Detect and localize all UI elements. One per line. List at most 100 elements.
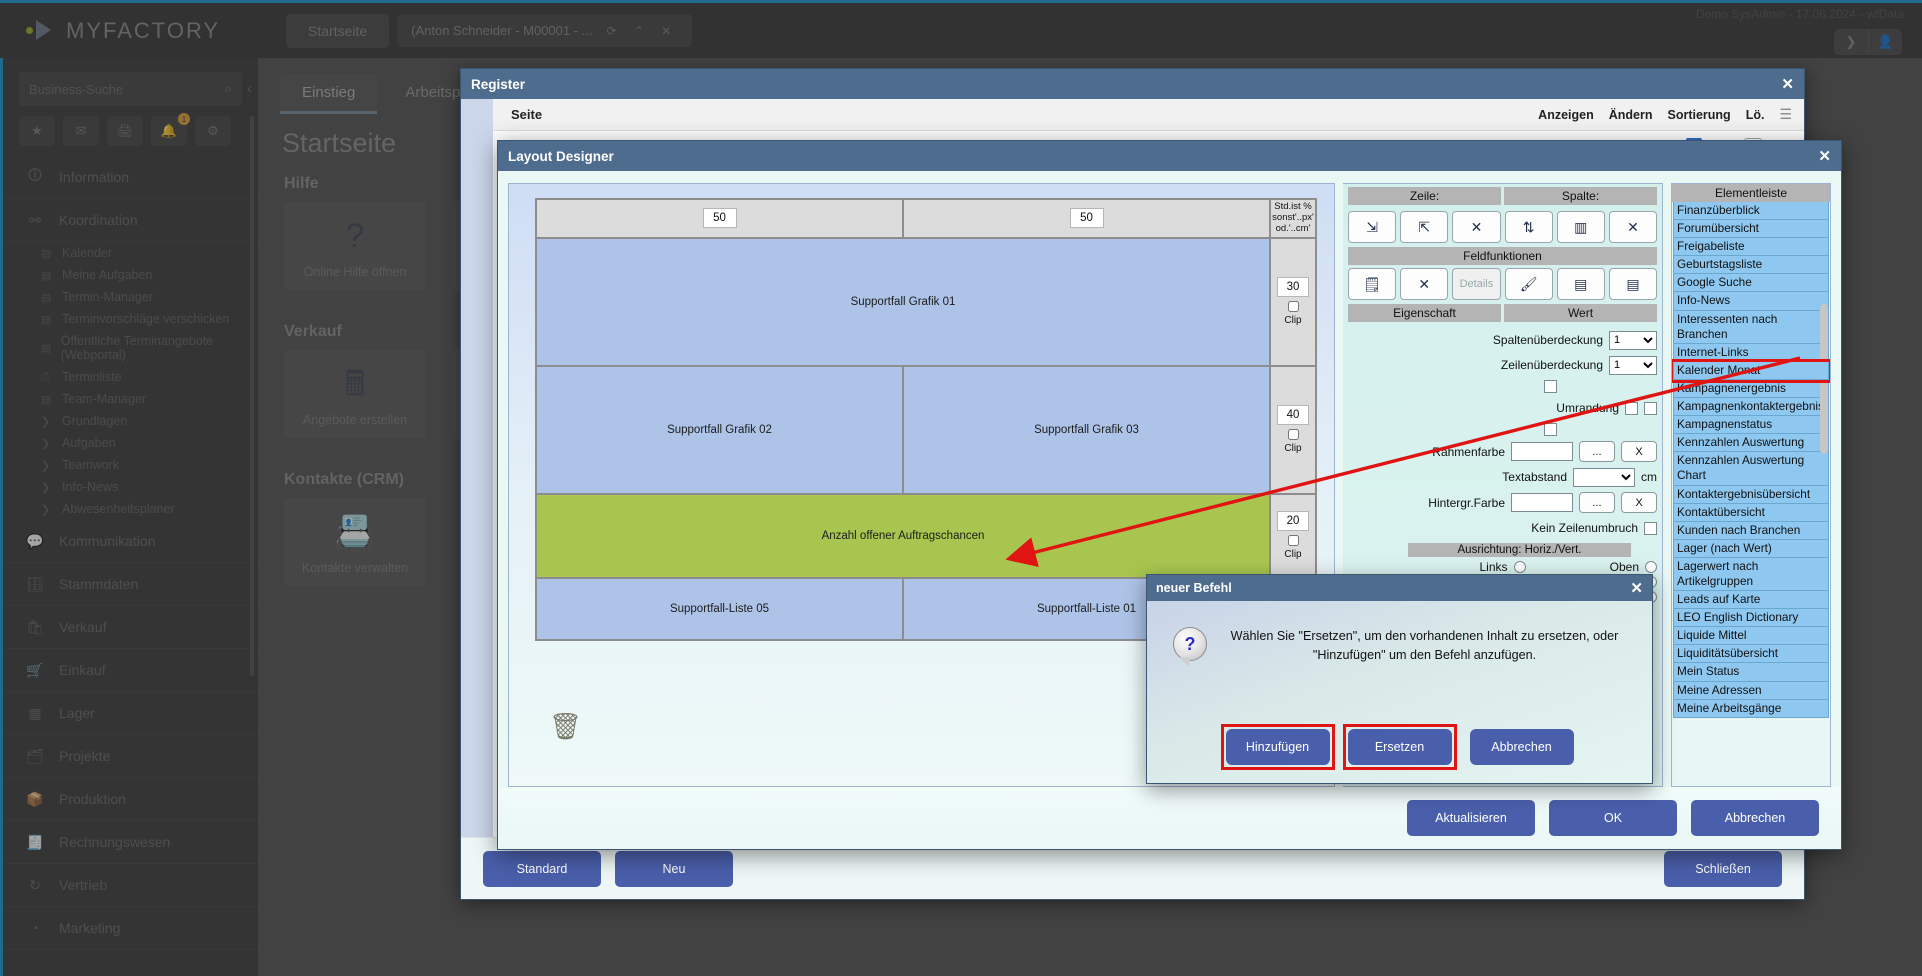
- hinzufuegen-button[interactable]: Hinzufügen: [1225, 729, 1330, 765]
- clip-checkbox[interactable]: [1287, 535, 1299, 547]
- settings-gear-icon[interactable]: ⚙: [195, 116, 231, 146]
- clip-checkbox[interactable]: [1287, 301, 1299, 313]
- sidebar-subitem[interactable]: ⎙ Terminliste: [3, 366, 258, 388]
- favorites-star-icon[interactable]: ★: [19, 116, 55, 146]
- trash-icon[interactable]: 🗑: [549, 711, 582, 742]
- top-right-buttons[interactable]: ❯ 👤: [1834, 29, 1902, 55]
- sidebar-subitem[interactable]: ❯ Grundlagen: [3, 410, 258, 432]
- rahmenfarbe-input[interactable]: [1511, 442, 1573, 461]
- sidebar-subitem[interactable]: ▤ Kalender: [3, 242, 258, 264]
- sidebar-subitem[interactable]: ❯ Teamwork: [3, 454, 258, 476]
- row-col-buttons[interactable]: ⇲ ⇱ ✕ ⇅ ▥ ✕: [1348, 211, 1658, 243]
- element-list-item[interactable]: Lager (nach Wert): [1673, 539, 1829, 558]
- row-height-value[interactable]: 20: [1276, 511, 1310, 532]
- abbrechen-button[interactable]: Abbrechen: [1691, 800, 1819, 836]
- standard-button[interactable]: Standard: [483, 850, 601, 887]
- tab-startseite[interactable]: Startseite: [286, 13, 390, 48]
- neu-button[interactable]: Neu: [615, 850, 733, 887]
- column-width-cell[interactable]: 50: [902, 198, 1271, 239]
- element-list-items[interactable]: Finanzüberblick Forumübersicht Freigabelis…: [1672, 202, 1830, 718]
- neuer-befehl-dialog[interactable]: neuer Befehl ✕ ? Wählen Sie "Ersetzen", …: [1146, 574, 1653, 784]
- textabstand-select[interactable]: [1573, 467, 1635, 487]
- element-list-item[interactable]: Meine Adressen: [1673, 681, 1829, 700]
- new-field-icon[interactable]: 🗒: [1348, 268, 1397, 300]
- apps-icon[interactable]: ❯: [1834, 29, 1868, 55]
- clip-checkbox[interactable]: [1287, 429, 1299, 441]
- layout-cell[interactable]: Supportfall Grafik 01: [535, 236, 1271, 367]
- tab-document[interactable]: (Anton Schneider - M00001 - ... ⟳ ⌃ ✕: [397, 14, 693, 47]
- print-icon[interactable]: 🖨: [107, 116, 143, 146]
- property-hintergrundfarbe[interactable]: Hintergr.Farbe ... X: [1348, 492, 1657, 513]
- sidebar-item-vertrieb[interactable]: ↻ Vertrieb: [3, 864, 258, 907]
- property-spaltenueberdeckung[interactable]: Spaltenüberdeckung 1: [1348, 330, 1657, 350]
- element-list-item[interactable]: Liquiditätsübersicht: [1673, 645, 1829, 664]
- sidebar-item-lager[interactable]: ▦ Lager: [3, 692, 258, 735]
- tab-document-icons[interactable]: ⟳ ⌃ ✕: [607, 24, 679, 38]
- row-height-cell[interactable]: 40 Clip: [1269, 364, 1317, 495]
- sidebar-subitem[interactable]: ▤ Termin-Manager: [3, 286, 258, 308]
- modal-abbrechen-button[interactable]: Abbrechen: [1469, 729, 1574, 765]
- column-width-cell[interactable]: 50: [535, 198, 904, 239]
- element-list-item[interactable]: Kontaktergebnisübersicht: [1673, 485, 1829, 504]
- sidebar-item-rechnungswesen[interactable]: 🧾 Rechnungswesen: [3, 821, 258, 864]
- aktualisieren-button[interactable]: Aktualisieren: [1407, 800, 1535, 836]
- sidebar-item-kommunikation[interactable]: 💬 Kommunikation: [3, 520, 258, 563]
- insert-column-icon[interactable]: ⇅: [1504, 211, 1553, 243]
- align-oben-radio[interactable]: [1645, 561, 1657, 573]
- sidebar-subitem[interactable]: ❯ Info-News: [3, 476, 258, 498]
- left-sidebar[interactable]: Business-Suche ⌕ ‹ ★ ✉ 🖨 🔔 1 ⚙ 🛈 Informat…: [0, 58, 258, 976]
- element-list-item[interactable]: LEO English Dictionary: [1673, 609, 1829, 628]
- element-list-item[interactable]: Liquide Mittel: [1673, 627, 1829, 646]
- sidebar-subitem[interactable]: ❯ Abwesenheitsplaner: [3, 498, 258, 520]
- layout-designer-close-icon[interactable]: ✕: [1818, 147, 1831, 165]
- ok-button[interactable]: OK: [1549, 800, 1677, 836]
- merge-cells-right-icon[interactable]: ▤: [1556, 268, 1605, 300]
- tile[interactable]: 🖩 Angebote erstellen: [284, 349, 426, 439]
- clear-format-brush-icon[interactable]: 🖌: [1504, 268, 1553, 300]
- hintergrundfarbe-picker-button[interactable]: ...: [1579, 492, 1615, 513]
- column-width-value[interactable]: 50: [702, 208, 737, 229]
- element-list-item[interactable]: Kunden nach Branchen: [1673, 521, 1829, 540]
- zeilenueberdeckung-select[interactable]: 1: [1609, 355, 1657, 375]
- property-zeilenueberdeckung[interactable]: Zeilenüberdeckung 1: [1348, 355, 1657, 375]
- align-oben[interactable]: Oben: [1538, 560, 1657, 574]
- element-list-item[interactable]: Meine Arbeitsgänge: [1673, 699, 1829, 718]
- layout-cell[interactable]: Anzahl offener Auftragschancen: [535, 492, 1271, 579]
- sidebar-item-einkauf[interactable]: 🛒 Einkauf: [3, 649, 258, 692]
- element-list-item[interactable]: Interessenten nach Branchen: [1673, 310, 1829, 344]
- hintergrundfarbe-clear-button[interactable]: X: [1621, 492, 1657, 513]
- sidebar-item-marketing[interactable]: ◔ Marketing: [3, 907, 258, 950]
- rahmenfarbe-clear-button[interactable]: X: [1621, 441, 1657, 462]
- sidebar-subitem[interactable]: ▤ Öffentliche Terminangebote (Webportal): [3, 330, 258, 366]
- element-list-item[interactable]: Kennzahlen Auswertung Chart: [1673, 452, 1829, 486]
- umrandung-bottom-checkbox[interactable]: [1544, 423, 1557, 436]
- delete-row-icon[interactable]: ✕: [1452, 211, 1501, 243]
- element-list-item[interactable]: Kontaktübersicht: [1673, 503, 1829, 522]
- spaltenueberdeckung-select[interactable]: 1: [1609, 330, 1657, 350]
- sidebar-collapse-icon[interactable]: ‹: [247, 80, 252, 97]
- split-column-icon[interactable]: ▥: [1556, 211, 1605, 243]
- clip-option[interactable]: Clip: [1273, 535, 1313, 560]
- sidebar-subitem[interactable]: ▤ Terminvorschläge verschicken: [3, 308, 258, 330]
- layout-cell[interactable]: Supportfall Grafik 03: [902, 364, 1271, 495]
- delete-column-icon[interactable]: ✕: [1608, 211, 1658, 243]
- notifications-icon[interactable]: 🔔 1: [151, 113, 190, 146]
- insert-row-above-icon[interactable]: ⇲: [1348, 211, 1397, 243]
- sidebar-item-verkauf[interactable]: 🛍 Verkauf: [3, 606, 258, 649]
- row-height-value[interactable]: 40: [1276, 405, 1310, 426]
- modal-buttons[interactable]: Hinzufügen Ersetzen Abbrechen: [1147, 724, 1652, 783]
- sidebar-item-produktion[interactable]: 📦 Produktion: [3, 778, 258, 821]
- property-textabstand[interactable]: Textabstand cm: [1348, 467, 1657, 487]
- umrandung-top-checkbox[interactable]: [1544, 380, 1557, 393]
- element-list-item[interactable]: Kalender Monat: [1672, 358, 1830, 383]
- element-list-item[interactable]: Forumübersicht: [1673, 220, 1829, 239]
- kein-zeilenumbruch-checkbox[interactable]: [1644, 521, 1657, 535]
- element-list-item[interactable]: Geburtstagsliste: [1673, 256, 1829, 275]
- user-avatar-icon[interactable]: 👤: [1868, 29, 1902, 55]
- mail-icon[interactable]: ✉: [63, 116, 99, 146]
- property-umrandung[interactable]: Umrandung: [1348, 398, 1657, 418]
- tab-einstieg[interactable]: Einstieg: [280, 74, 378, 114]
- rahmenfarbe-picker-button[interactable]: ...: [1579, 441, 1615, 462]
- element-list-item[interactable]: Leads auf Karte: [1673, 591, 1829, 610]
- element-list-item[interactable]: Kampagnenergebnis: [1673, 379, 1829, 399]
